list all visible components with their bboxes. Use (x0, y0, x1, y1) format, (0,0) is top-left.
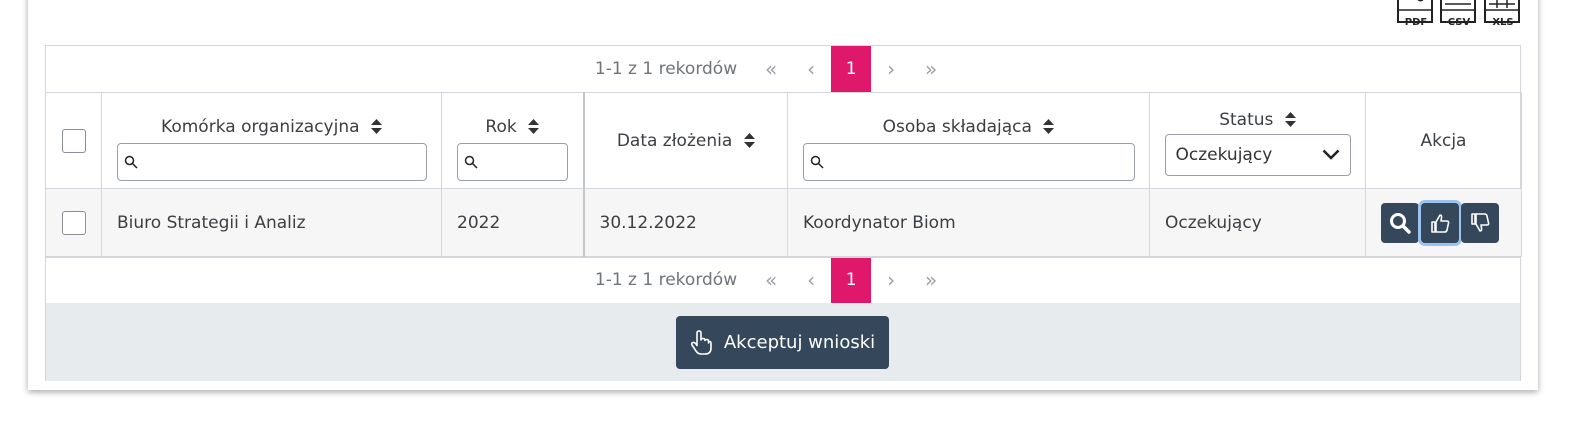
export-xls-label: XLS (1492, 17, 1514, 28)
divider (46, 257, 1520, 258)
next-page-button[interactable]: › (871, 57, 911, 81)
thumbs-up-icon (1431, 213, 1450, 233)
row-select-cell (45, 188, 102, 257)
accept-requests-button[interactable]: Akceptuj wnioski (676, 316, 889, 369)
column-year[interactable]: Rok (441, 92, 584, 189)
first-page-button[interactable]: « (751, 268, 791, 292)
prev-page-button[interactable]: ‹ (791, 57, 831, 81)
search-icon (1390, 212, 1411, 234)
column-unit-label: Komórka organizacyjna (161, 116, 360, 137)
row-year-cell: 2022 (441, 188, 584, 257)
approve-button[interactable] (1421, 202, 1459, 243)
column-status-label: Status (1219, 109, 1274, 130)
row-action-cell (1365, 188, 1522, 257)
data-table: Komórka organizacyjna Rok Data złożenia … (45, 92, 1522, 257)
select-all-checkbox[interactable] (61, 128, 86, 153)
select-all-cell (45, 92, 102, 189)
unit-filter-input[interactable] (116, 142, 427, 181)
person-filter-input[interactable] (802, 142, 1135, 181)
column-action-label: Akcja (1420, 130, 1467, 151)
thumbs-down-icon (1471, 212, 1490, 232)
row-status: Oczekujący (1165, 212, 1262, 233)
search-icon (464, 155, 478, 169)
table-row: Biuro Strategii i Analiz 2022 30.12.2022… (45, 188, 1522, 257)
column-person[interactable]: Osoba składająca (787, 92, 1150, 189)
status-filter-value: Oczekujący (1175, 144, 1273, 165)
column-date[interactable]: Data złożenia (582, 92, 788, 189)
view-button[interactable] (1381, 202, 1419, 243)
sort-icon (528, 118, 540, 134)
reject-button[interactable] (1461, 202, 1499, 243)
row-year: 2022 (457, 212, 501, 233)
search-icon (810, 155, 824, 169)
column-unit[interactable]: Komórka organizacyjna (101, 92, 442, 189)
pagination-info: 1-1 z 1 rekordów (594, 59, 738, 79)
row-status-cell: Oczekujący (1149, 188, 1366, 257)
export-pdf-label: PDF (1404, 17, 1428, 28)
row-person: Koordynator Biom (803, 212, 956, 233)
search-icon (124, 155, 138, 169)
year-filter-input[interactable] (456, 142, 568, 181)
chevron-down-icon (1322, 149, 1339, 160)
row-date: 30.12.2022 (599, 212, 697, 233)
column-year-label: Rok (485, 116, 517, 137)
last-page-button[interactable]: » (911, 268, 951, 292)
sort-icon (370, 118, 382, 134)
prev-page-button[interactable]: ‹ (791, 268, 831, 292)
sort-icon (1284, 111, 1296, 127)
last-page-button[interactable]: » (911, 57, 951, 81)
accept-requests-label: Akceptuj wnioski (723, 332, 876, 353)
sort-icon (1043, 118, 1055, 134)
column-status[interactable]: Status Oczekujący (1149, 92, 1366, 189)
page-1-button[interactable]: 1 (831, 46, 872, 92)
first-page-button[interactable]: « (751, 57, 791, 81)
table-wrapper: 1-1 z 1 rekordów « ‹ 1 › » Komórka organ… (45, 45, 1522, 381)
page-1-button[interactable]: 1 (831, 257, 872, 303)
export-csv-label: CSV (1447, 17, 1471, 28)
column-person-label: Osoba składająca (882, 116, 1032, 137)
row-person-cell: Koordynator Biom (787, 188, 1150, 257)
table-footer: Akceptuj wnioski (46, 303, 1520, 381)
pointer-hand-icon (690, 329, 712, 355)
row-date-cell: 30.12.2022 (582, 188, 788, 257)
row-checkbox[interactable] (61, 210, 86, 235)
pagination-info: 1-1 z 1 rekordów (594, 270, 738, 290)
column-date-label: Data złożenia (616, 130, 733, 151)
row-unit-cell: Biuro Strategii i Analiz (101, 188, 442, 257)
sort-icon (743, 132, 755, 148)
pagination-bottom: 1-1 z 1 rekordów « ‹ 1 › » (46, 257, 1520, 303)
row-unit: Biuro Strategii i Analiz (117, 212, 306, 233)
pagination-top: 1-1 z 1 rekordów « ‹ 1 › » (46, 46, 1520, 92)
column-action: Akcja (1365, 92, 1522, 189)
next-page-button[interactable]: › (871, 268, 911, 292)
status-filter-select[interactable]: Oczekujący (1164, 133, 1351, 176)
